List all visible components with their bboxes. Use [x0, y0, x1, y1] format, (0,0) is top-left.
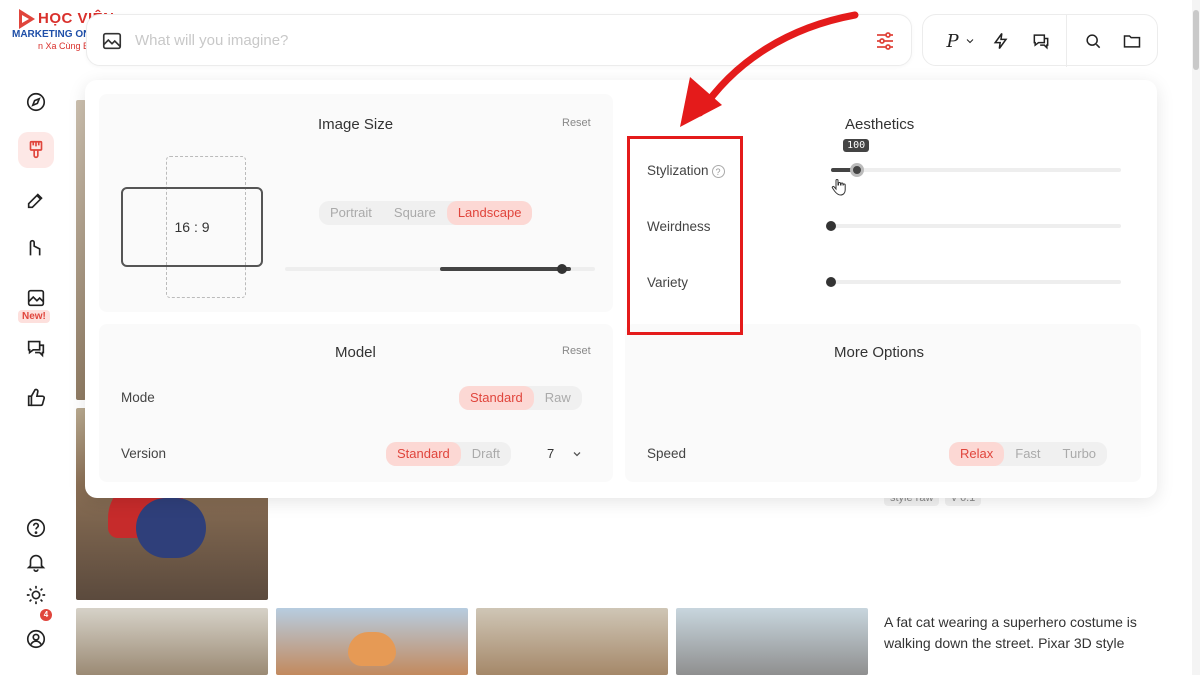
notification-count-badge: 4: [40, 609, 52, 621]
image-size-card: Image Size Reset 16 : 9 Portrait Square La…: [99, 94, 613, 312]
gallery-image-3[interactable]: [476, 608, 668, 675]
gallery-image-2[interactable]: [276, 608, 468, 675]
stylization-slider-handle[interactable]: [850, 163, 865, 177]
gallery-image-icon[interactable]: [22, 284, 50, 312]
help-icon[interactable]: [22, 514, 50, 542]
personalize-label: P: [946, 30, 959, 52]
speed-option-fast[interactable]: Fast: [1004, 442, 1051, 466]
mode-label: Mode: [121, 390, 155, 405]
aspect-ratio-slider-fill: [440, 267, 571, 271]
prompt-caption[interactable]: A fat cat wearing a superhero costume is…: [884, 612, 1174, 654]
version-option-draft[interactable]: Draft: [461, 442, 511, 466]
stylization-slider-track[interactable]: [831, 168, 1121, 172]
orientation-option-square[interactable]: Square: [383, 201, 447, 225]
cat-head-shape: [348, 632, 396, 666]
prompt-input[interactable]: What will you imagine?: [135, 32, 288, 49]
variety-slider-handle[interactable]: [826, 277, 836, 287]
lightning-icon[interactable]: [989, 29, 1013, 53]
image-size-reset-button[interactable]: Reset: [562, 117, 591, 129]
toolbar-divider: [1066, 15, 1067, 67]
play-logo-icon: [19, 9, 35, 29]
stylization-value-tooltip: 100: [843, 139, 870, 152]
explore-icon[interactable]: [22, 88, 50, 116]
page-scrollbar[interactable]: [1192, 0, 1200, 675]
image-size-title: Image Size: [318, 116, 394, 133]
version-option-standard[interactable]: Standard: [386, 442, 461, 466]
version-number-select[interactable]: 7: [547, 446, 554, 461]
chat-icon[interactable]: [22, 334, 50, 362]
model-title: Model: [335, 344, 376, 361]
thumbs-up-icon[interactable]: [22, 384, 50, 412]
more-options-title: More Options: [834, 344, 925, 361]
bell-icon[interactable]: [22, 548, 50, 576]
orientation-option-landscape[interactable]: Landscape: [446, 201, 533, 225]
aspect-ratio-value: 16 : 9: [174, 219, 210, 235]
weirdness-slider-handle[interactable]: [826, 221, 836, 231]
profile-avatar-icon[interactable]: [22, 625, 50, 653]
speed-option-relax[interactable]: Relax: [949, 442, 1005, 466]
speed-option-turbo[interactable]: Turbo: [1052, 442, 1107, 466]
gallery-image-4[interactable]: [676, 608, 868, 675]
settings-panel: Image Size Reset 16 : 9 Portrait Square La…: [85, 80, 1157, 498]
speed-segmented-control: Relax Fast Turbo: [949, 442, 1108, 466]
personalize-dropdown[interactable]: P: [943, 29, 979, 53]
model-reset-button[interactable]: Reset: [562, 345, 591, 357]
settings-sliders-icon[interactable]: [873, 29, 897, 53]
orientation-option-portrait[interactable]: Portrait: [319, 201, 383, 225]
variety-slider-track[interactable]: [831, 280, 1121, 284]
hand-cursor-icon: [831, 179, 846, 196]
costume-shape: [136, 498, 206, 558]
search-icon[interactable]: [1081, 29, 1105, 53]
create-icon[interactable]: [18, 132, 54, 168]
image-upload-icon[interactable]: [101, 30, 123, 52]
annotation-arrow: [680, 11, 859, 127]
video-icon[interactable]: [22, 234, 50, 262]
sidebar: New! 4: [0, 60, 72, 675]
folder-icon[interactable]: [1120, 29, 1144, 53]
aspect-ratio-preview: 16 : 9: [121, 187, 263, 267]
edit-icon[interactable]: [22, 186, 50, 214]
annotation-highlight-box: [627, 136, 743, 335]
version-label: Version: [121, 446, 167, 461]
mode-option-standard[interactable]: Standard: [459, 386, 534, 410]
mode-option-raw[interactable]: Raw: [534, 386, 582, 410]
model-card: Model Reset Mode Standard Raw Version Sta…: [99, 324, 613, 482]
chevron-down-icon: [966, 39, 973, 44]
version-segmented-control: Standard Draft: [386, 442, 511, 466]
theme-sun-icon[interactable]: [22, 581, 50, 609]
speed-label: Speed: [647, 446, 687, 461]
orientation-segmented-control: Portrait Square Landscape: [319, 201, 533, 225]
aspect-ratio-slider-handle[interactable]: [557, 264, 567, 274]
gallery-image-1[interactable]: [76, 608, 268, 675]
weirdness-slider-track[interactable]: [831, 224, 1121, 228]
mode-segmented-control: Standard Raw: [459, 386, 582, 410]
chat-bubbles-icon[interactable]: [1029, 29, 1053, 53]
chevron-down-icon[interactable]: [571, 448, 583, 460]
top-toolbar: P: [922, 14, 1158, 67]
more-options-card: More Options Speed Relax Fast Turbo: [625, 324, 1141, 482]
scrollbar-thumb[interactable]: [1193, 10, 1199, 70]
